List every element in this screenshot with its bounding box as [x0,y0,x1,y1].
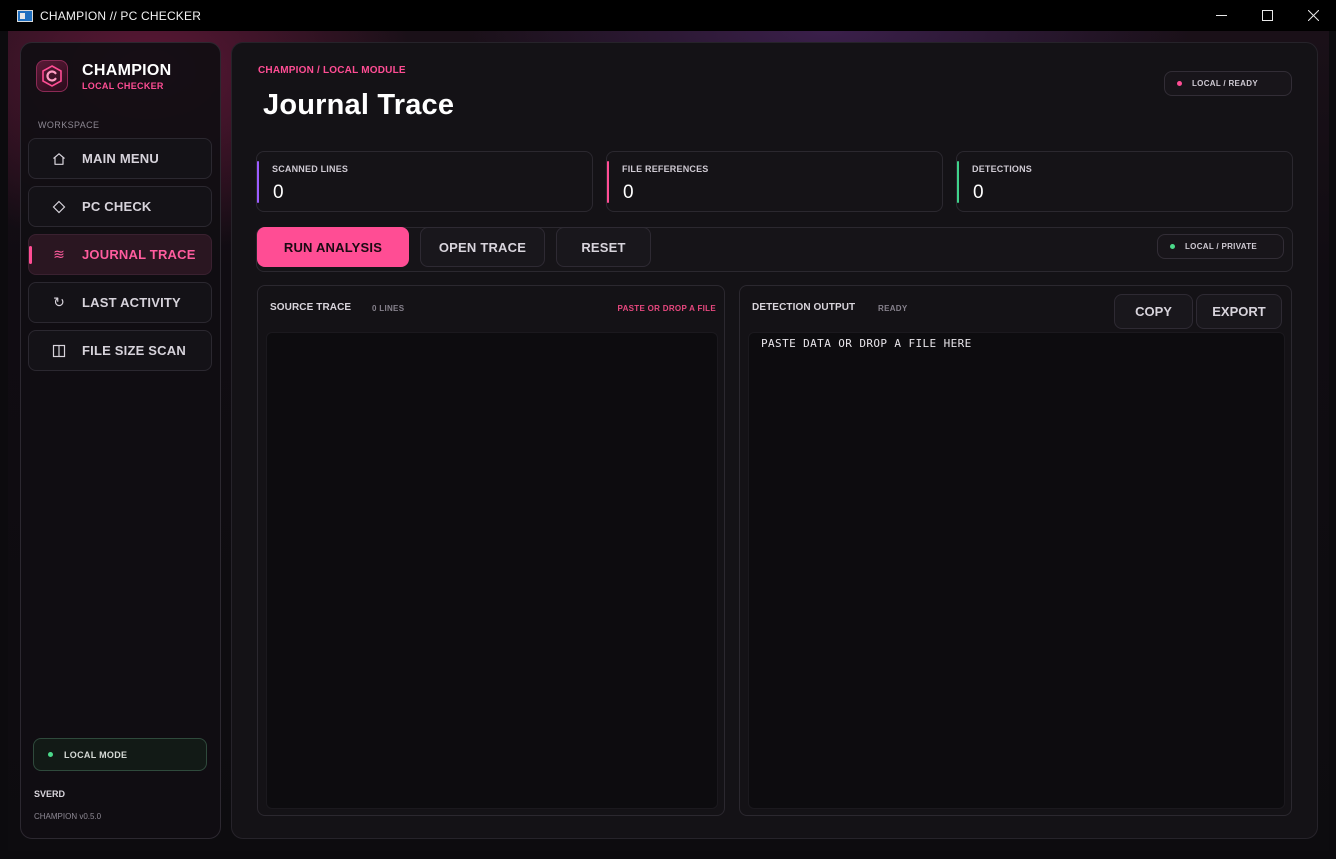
stat-card-scanned-lines: SCANNED LINES 0 [256,151,593,212]
brand: CHAMPION LOCAL CHECKER [36,60,172,92]
sidebar-nav: MAIN MENU PC CHECK ≋ JOURNAL TRACE ↻ LAS… [28,138,212,378]
sidebar: CHAMPION LOCAL CHECKER WORKSPACE MAIN ME… [20,42,221,839]
window-controls [1198,0,1336,31]
source-pane-title: SOURCE TRACE [270,302,352,313]
workspace-label: WORKSPACE [38,120,100,130]
maximize-icon [1261,10,1273,21]
stat-value: 0 [973,182,984,203]
close-icon [1307,10,1319,21]
status-label: LOCAL / READY [1192,79,1258,88]
drop-hint: PASTE OR DROP A FILE [617,304,716,313]
output-status: READY [878,304,908,313]
stat-value: 0 [623,182,634,203]
stat-label: SCANNED LINES [272,164,349,174]
line-count: 0 LINES [372,304,405,313]
app-icon [17,9,33,22]
detection-output-area[interactable]: PASTE DATA OR DROP A FILE HERE [748,332,1285,809]
sidebar-item-journal-trace[interactable]: ≋ JOURNAL TRACE [28,234,212,275]
brand-name: CHAMPION [82,61,172,79]
minimize-icon [1215,15,1227,16]
source-trace-pane: SOURCE TRACE 0 LINES PASTE OR DROP A FIL… [257,285,725,816]
run-analysis-button[interactable]: RUN ANALYSIS [257,227,409,267]
breadcrumb: CHAMPION / LOCAL MODULE [258,65,406,76]
output-pane-title: DETECTION OUTPUT [752,302,856,313]
sidebar-item-last-activity[interactable]: ↻ LAST ACTIVITY [28,282,212,323]
sidebar-item-pc-check[interactable]: PC CHECK [28,186,212,227]
page-title: Journal Trace [263,89,455,121]
sidebar-item-label: PC CHECK [82,199,152,214]
diamond-icon [51,200,67,214]
main-panel: CHAMPION / LOCAL MODULE Journal Trace LO… [231,42,1318,839]
stat-label: FILE REFERENCES [622,164,709,174]
privacy-label: LOCAL / PRIVATE [1185,242,1258,251]
columns-icon [51,344,67,358]
sidebar-item-label: MAIN MENU [82,151,159,166]
stat-value: 0 [273,182,284,203]
open-trace-button[interactable]: OPEN TRACE [420,227,545,267]
maximize-button[interactable] [1244,0,1290,31]
reset-button[interactable]: RESET [556,227,651,267]
status-badge: LOCAL / READY [1164,71,1292,96]
sidebar-item-label: LAST ACTIVITY [82,295,181,310]
brand-subtitle: LOCAL CHECKER [82,80,164,91]
output-placeholder: PASTE DATA OR DROP A FILE HERE [761,337,972,350]
window-titlebar: CHAMPION // PC CHECKER [0,0,1336,31]
copy-button[interactable]: COPY [1114,294,1193,329]
sidebar-item-label: JOURNAL TRACE [82,247,196,262]
app-version: CHAMPION v0.5.0 [34,812,102,821]
home-icon [51,152,67,166]
user-name: SVERD [34,789,66,799]
stats-row: SCANNED LINES 0 FILE REFERENCES 0 DETECT… [256,151,1293,212]
sidebar-item-label: FILE SIZE SCAN [82,343,186,358]
status-dot-icon [48,752,53,757]
privacy-badge: LOCAL / PRIVATE [1157,234,1284,259]
local-mode-indicator: LOCAL MODE [33,738,207,771]
mode-label: LOCAL MODE [64,749,128,760]
window-title: CHAMPION // PC CHECKER [40,8,202,23]
detection-output-pane: DETECTION OUTPUT READY COPY EXPORT PASTE… [739,285,1292,816]
export-button[interactable]: EXPORT [1196,294,1282,329]
sidebar-item-file-size-scan[interactable]: FILE SIZE SCAN [28,330,212,371]
brand-logo-icon [36,60,68,92]
sidebar-item-main-menu[interactable]: MAIN MENU [28,138,212,179]
close-button[interactable] [1290,0,1336,31]
minimize-button[interactable] [1198,0,1244,31]
stat-card-detections: DETECTIONS 0 [956,151,1293,212]
stat-card-file-references: FILE REFERENCES 0 [606,151,943,212]
stat-label: DETECTIONS [972,164,1033,174]
wave-icon: ≋ [53,246,65,262]
refresh-icon: ↻ [53,294,65,310]
status-dot-icon [1170,244,1175,249]
status-dot-icon [1177,81,1182,86]
action-toolbar: RUN ANALYSIS OPEN TRACE RESET LOCAL / PR… [256,227,1293,272]
source-trace-input[interactable] [266,332,718,809]
